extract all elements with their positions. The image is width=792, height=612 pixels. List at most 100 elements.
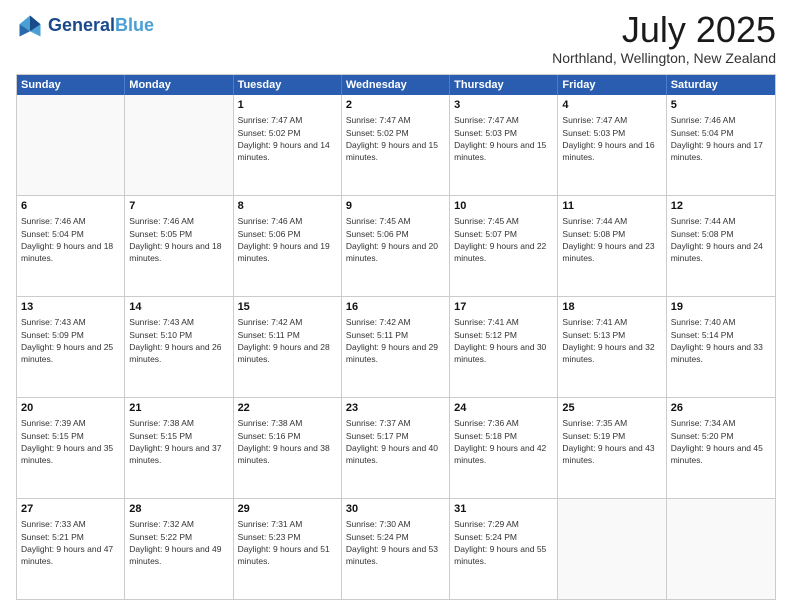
page: GeneralBlue July 2025 Northland, Welling… bbox=[0, 0, 792, 612]
header-day-friday: Friday bbox=[558, 75, 666, 95]
header-day-saturday: Saturday bbox=[667, 75, 775, 95]
cell-details: Sunrise: 7:46 AMSunset: 5:05 PMDaylight:… bbox=[129, 215, 228, 264]
cell-details: Sunrise: 7:47 AMSunset: 5:03 PMDaylight:… bbox=[454, 114, 553, 163]
calendar-row-3: 13Sunrise: 7:43 AMSunset: 5:09 PMDayligh… bbox=[17, 296, 775, 397]
calendar-row-1: 1Sunrise: 7:47 AMSunset: 5:02 PMDaylight… bbox=[17, 95, 775, 195]
calendar-cell: 10Sunrise: 7:45 AMSunset: 5:07 PMDayligh… bbox=[450, 196, 558, 296]
calendar-cell bbox=[125, 95, 233, 195]
calendar-cell: 14Sunrise: 7:43 AMSunset: 5:10 PMDayligh… bbox=[125, 297, 233, 397]
day-number: 24 bbox=[454, 401, 553, 416]
cell-details: Sunrise: 7:46 AMSunset: 5:04 PMDaylight:… bbox=[671, 114, 771, 163]
calendar-cell: 7Sunrise: 7:46 AMSunset: 5:05 PMDaylight… bbox=[125, 196, 233, 296]
day-number: 30 bbox=[346, 502, 445, 517]
calendar-cell: 27Sunrise: 7:33 AMSunset: 5:21 PMDayligh… bbox=[17, 499, 125, 599]
day-number: 17 bbox=[454, 300, 553, 315]
day-number: 10 bbox=[454, 199, 553, 214]
calendar-cell: 3Sunrise: 7:47 AMSunset: 5:03 PMDaylight… bbox=[450, 95, 558, 195]
day-number: 26 bbox=[671, 401, 771, 416]
day-number: 27 bbox=[21, 502, 120, 517]
cell-details: Sunrise: 7:30 AMSunset: 5:24 PMDaylight:… bbox=[346, 518, 445, 567]
calendar-cell: 16Sunrise: 7:42 AMSunset: 5:11 PMDayligh… bbox=[342, 297, 450, 397]
cell-details: Sunrise: 7:38 AMSunset: 5:15 PMDaylight:… bbox=[129, 417, 228, 466]
calendar-cell: 19Sunrise: 7:40 AMSunset: 5:14 PMDayligh… bbox=[667, 297, 775, 397]
calendar-cell: 18Sunrise: 7:41 AMSunset: 5:13 PMDayligh… bbox=[558, 297, 666, 397]
cell-details: Sunrise: 7:47 AMSunset: 5:02 PMDaylight:… bbox=[346, 114, 445, 163]
cell-details: Sunrise: 7:31 AMSunset: 5:23 PMDaylight:… bbox=[238, 518, 337, 567]
cell-details: Sunrise: 7:37 AMSunset: 5:17 PMDaylight:… bbox=[346, 417, 445, 466]
calendar-cell: 23Sunrise: 7:37 AMSunset: 5:17 PMDayligh… bbox=[342, 398, 450, 498]
day-number: 6 bbox=[21, 199, 120, 214]
calendar-cell: 29Sunrise: 7:31 AMSunset: 5:23 PMDayligh… bbox=[234, 499, 342, 599]
calendar-cell: 25Sunrise: 7:35 AMSunset: 5:19 PMDayligh… bbox=[558, 398, 666, 498]
logo-icon bbox=[16, 12, 44, 40]
day-number: 8 bbox=[238, 199, 337, 214]
calendar-cell: 22Sunrise: 7:38 AMSunset: 5:16 PMDayligh… bbox=[234, 398, 342, 498]
cell-details: Sunrise: 7:36 AMSunset: 5:18 PMDaylight:… bbox=[454, 417, 553, 466]
day-number: 22 bbox=[238, 401, 337, 416]
calendar-cell: 9Sunrise: 7:45 AMSunset: 5:06 PMDaylight… bbox=[342, 196, 450, 296]
day-number: 16 bbox=[346, 300, 445, 315]
day-number: 13 bbox=[21, 300, 120, 315]
day-number: 14 bbox=[129, 300, 228, 315]
cell-details: Sunrise: 7:44 AMSunset: 5:08 PMDaylight:… bbox=[562, 215, 661, 264]
calendar-cell: 4Sunrise: 7:47 AMSunset: 5:03 PMDaylight… bbox=[558, 95, 666, 195]
cell-details: Sunrise: 7:44 AMSunset: 5:08 PMDaylight:… bbox=[671, 215, 771, 264]
day-number: 25 bbox=[562, 401, 661, 416]
calendar-cell: 5Sunrise: 7:46 AMSunset: 5:04 PMDaylight… bbox=[667, 95, 775, 195]
day-number: 11 bbox=[562, 199, 661, 214]
month-title: July 2025 bbox=[552, 12, 776, 48]
calendar-cell bbox=[558, 499, 666, 599]
cell-details: Sunrise: 7:46 AMSunset: 5:06 PMDaylight:… bbox=[238, 215, 337, 264]
day-number: 9 bbox=[346, 199, 445, 214]
calendar-cell: 1Sunrise: 7:47 AMSunset: 5:02 PMDaylight… bbox=[234, 95, 342, 195]
calendar-cell: 31Sunrise: 7:29 AMSunset: 5:24 PMDayligh… bbox=[450, 499, 558, 599]
calendar-row-5: 27Sunrise: 7:33 AMSunset: 5:21 PMDayligh… bbox=[17, 498, 775, 599]
calendar-cell: 24Sunrise: 7:36 AMSunset: 5:18 PMDayligh… bbox=[450, 398, 558, 498]
calendar-cell: 15Sunrise: 7:42 AMSunset: 5:11 PMDayligh… bbox=[234, 297, 342, 397]
cell-details: Sunrise: 7:39 AMSunset: 5:15 PMDaylight:… bbox=[21, 417, 120, 466]
day-number: 31 bbox=[454, 502, 553, 517]
day-number: 12 bbox=[671, 199, 771, 214]
day-number: 4 bbox=[562, 98, 661, 113]
cell-details: Sunrise: 7:45 AMSunset: 5:06 PMDaylight:… bbox=[346, 215, 445, 264]
day-number: 29 bbox=[238, 502, 337, 517]
cell-details: Sunrise: 7:35 AMSunset: 5:19 PMDaylight:… bbox=[562, 417, 661, 466]
day-number: 21 bbox=[129, 401, 228, 416]
day-number: 19 bbox=[671, 300, 771, 315]
header-day-thursday: Thursday bbox=[450, 75, 558, 95]
day-number: 7 bbox=[129, 199, 228, 214]
cell-details: Sunrise: 7:38 AMSunset: 5:16 PMDaylight:… bbox=[238, 417, 337, 466]
cell-details: Sunrise: 7:43 AMSunset: 5:09 PMDaylight:… bbox=[21, 316, 120, 365]
day-number: 23 bbox=[346, 401, 445, 416]
cell-details: Sunrise: 7:41 AMSunset: 5:13 PMDaylight:… bbox=[562, 316, 661, 365]
day-number: 20 bbox=[21, 401, 120, 416]
calendar: SundayMondayTuesdayWednesdayThursdayFrid… bbox=[16, 74, 776, 600]
cell-details: Sunrise: 7:46 AMSunset: 5:04 PMDaylight:… bbox=[21, 215, 120, 264]
calendar-cell: 12Sunrise: 7:44 AMSunset: 5:08 PMDayligh… bbox=[667, 196, 775, 296]
logo: GeneralBlue bbox=[16, 12, 154, 40]
calendar-cell: 20Sunrise: 7:39 AMSunset: 5:15 PMDayligh… bbox=[17, 398, 125, 498]
logo-text: GeneralBlue bbox=[48, 16, 154, 36]
calendar-header: SundayMondayTuesdayWednesdayThursdayFrid… bbox=[17, 75, 775, 95]
day-number: 2 bbox=[346, 98, 445, 113]
calendar-cell bbox=[667, 499, 775, 599]
calendar-cell: 13Sunrise: 7:43 AMSunset: 5:09 PMDayligh… bbox=[17, 297, 125, 397]
day-number: 1 bbox=[238, 98, 337, 113]
cell-details: Sunrise: 7:43 AMSunset: 5:10 PMDaylight:… bbox=[129, 316, 228, 365]
cell-details: Sunrise: 7:32 AMSunset: 5:22 PMDaylight:… bbox=[129, 518, 228, 567]
calendar-cell: 17Sunrise: 7:41 AMSunset: 5:12 PMDayligh… bbox=[450, 297, 558, 397]
calendar-cell: 2Sunrise: 7:47 AMSunset: 5:02 PMDaylight… bbox=[342, 95, 450, 195]
calendar-cell: 21Sunrise: 7:38 AMSunset: 5:15 PMDayligh… bbox=[125, 398, 233, 498]
title-block: July 2025 Northland, Wellington, New Zea… bbox=[552, 12, 776, 66]
day-number: 18 bbox=[562, 300, 661, 315]
cell-details: Sunrise: 7:33 AMSunset: 5:21 PMDaylight:… bbox=[21, 518, 120, 567]
cell-details: Sunrise: 7:47 AMSunset: 5:02 PMDaylight:… bbox=[238, 114, 337, 163]
calendar-cell: 6Sunrise: 7:46 AMSunset: 5:04 PMDaylight… bbox=[17, 196, 125, 296]
cell-details: Sunrise: 7:47 AMSunset: 5:03 PMDaylight:… bbox=[562, 114, 661, 163]
day-number: 28 bbox=[129, 502, 228, 517]
day-number: 5 bbox=[671, 98, 771, 113]
header-day-tuesday: Tuesday bbox=[234, 75, 342, 95]
day-number: 15 bbox=[238, 300, 337, 315]
calendar-cell: 11Sunrise: 7:44 AMSunset: 5:08 PMDayligh… bbox=[558, 196, 666, 296]
cell-details: Sunrise: 7:42 AMSunset: 5:11 PMDaylight:… bbox=[346, 316, 445, 365]
